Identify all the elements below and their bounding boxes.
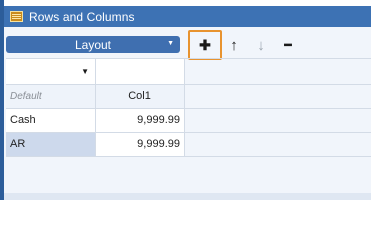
filter-icon: ▼ bbox=[81, 66, 89, 76]
row-value-ar[interactable]: 9,999.99 bbox=[95, 132, 184, 156]
row-label-ar[interactable]: AR bbox=[6, 132, 95, 156]
minus-icon: ━ bbox=[284, 38, 292, 52]
remove-button[interactable]: ━ bbox=[279, 35, 297, 55]
layout-dropdown[interactable]: Layout ▼ bbox=[6, 36, 180, 53]
header-empty-cell bbox=[95, 58, 184, 84]
layout-label: Layout bbox=[74, 37, 112, 52]
arrow-down-icon: ↓ bbox=[257, 36, 265, 54]
grid-line bbox=[6, 84, 371, 85]
column-header-col1[interactable]: Col1 bbox=[95, 84, 184, 108]
chevron-down-icon: ▼ bbox=[167, 40, 174, 47]
window-title: Rows and Columns bbox=[29, 9, 135, 24]
arrow-up-icon: ↑ bbox=[230, 36, 238, 54]
move-down-button[interactable]: ↓ bbox=[252, 35, 270, 55]
rows-columns-window: Rows and Columns Layout ▼ ✚ ↑ ↓ ━ ▼ Defa… bbox=[0, 0, 371, 200]
row-label-cash[interactable]: Cash bbox=[6, 108, 95, 132]
grid-line bbox=[6, 132, 371, 133]
add-button[interactable]: ✚ bbox=[196, 35, 214, 55]
filter-cell[interactable]: ▼ bbox=[6, 58, 95, 84]
table-icon bbox=[10, 11, 23, 22]
grid-line bbox=[6, 108, 371, 109]
plus-icon: ✚ bbox=[199, 36, 211, 53]
grid-line bbox=[6, 58, 371, 59]
title-bar: Rows and Columns bbox=[4, 6, 371, 27]
horizontal-scrollbar[interactable] bbox=[4, 193, 371, 200]
default-header-cell: Default bbox=[6, 84, 95, 108]
grid-line bbox=[184, 58, 185, 156]
row-value-cash[interactable]: 9,999.99 bbox=[95, 108, 184, 132]
rows-columns-grid: ▼ Default Col1 Cash 9,999.99 AR 9,999.99 bbox=[6, 58, 371, 168]
grid-line bbox=[95, 58, 96, 156]
grid-line bbox=[6, 156, 371, 157]
move-up-button[interactable]: ↑ bbox=[225, 35, 243, 55]
